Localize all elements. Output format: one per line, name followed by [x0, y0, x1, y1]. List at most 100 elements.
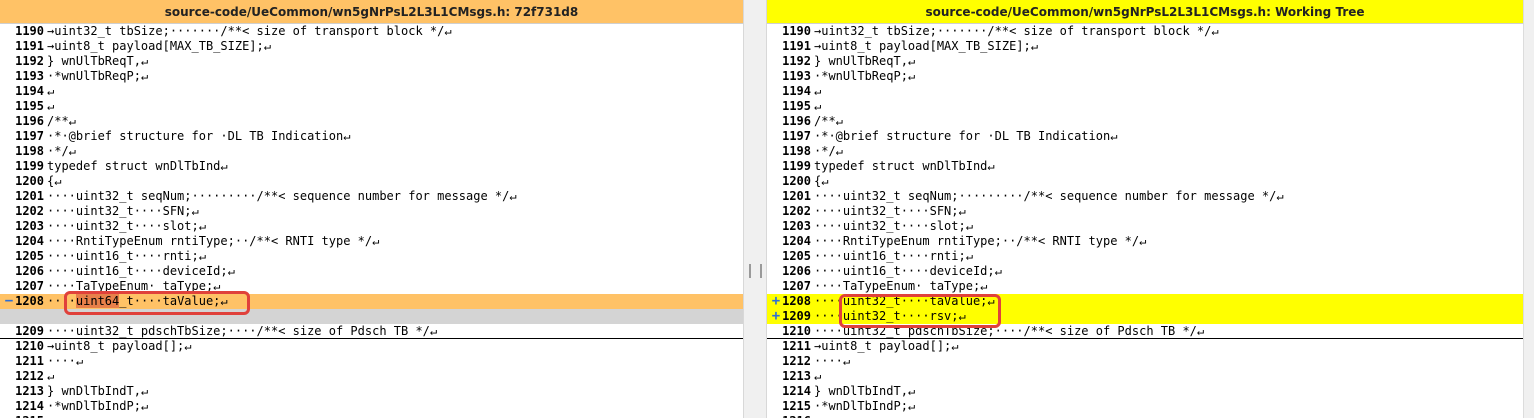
- code-text: ↵: [814, 414, 821, 418]
- code-line[interactable]: 1204 ····RntiTypeEnum rntiType;··/**< RNT…: [767, 234, 1523, 249]
- code-line[interactable]: 1206 ····uint16_t····deviceId;↵: [0, 264, 743, 279]
- code-line[interactable]: 1192} wnUlTbReqT,↵: [0, 54, 743, 69]
- code-line[interactable]: 1195 ↵: [0, 99, 743, 114]
- line-number: 1199: [782, 159, 811, 173]
- code-text: →uint8_t payload[MAX_TB_SIZE];↵: [814, 39, 1038, 53]
- added-lines-highlight-box: [839, 294, 1001, 328]
- vertical-scrollbar[interactable]: [1523, 0, 1534, 418]
- code-line[interactable]: 1197 ·*·@brief structure for ·DL TB Indic…: [767, 129, 1523, 144]
- code-line[interactable]: 1214 ·*wnDlTbIndP;↵: [0, 399, 743, 414]
- code-line[interactable]: 1195 ↵: [767, 99, 1523, 114]
- line-number: 1190: [15, 24, 44, 38]
- code-line[interactable]: 1213} wnDlTbIndT,↵: [0, 384, 743, 399]
- code-text: ·*/↵: [47, 144, 76, 158]
- code-line[interactable]: 1215 ·*wnDlTbIndP;↵: [767, 399, 1523, 414]
- code-text: } wnUlTbReqT,↵: [814, 54, 916, 68]
- code-line[interactable]: 1190 →uint32_t tbSize;·······/**< size of…: [0, 24, 743, 39]
- line-number: 1212: [782, 354, 811, 368]
- code-line[interactable]: 1206 ····uint16_t····deviceId;↵: [767, 264, 1523, 279]
- code-line[interactable]: 1202 ····uint32_t····SFN;↵: [0, 204, 743, 219]
- code-line[interactable]: 1194 ↵: [767, 84, 1523, 99]
- line-number: 1208: [782, 294, 811, 308]
- code-line[interactable]: 1204 ····RntiTypeEnum rntiType;··/**< RNT…: [0, 234, 743, 249]
- line-number: 1195: [782, 99, 811, 113]
- right-pane[interactable]: source-code/UeCommon/wn5gNrPsL2L3L1CMsgs…: [767, 0, 1523, 418]
- code-line[interactable]: 1211 →uint8_t payload[];↵: [767, 339, 1523, 354]
- code-line[interactable]: 1209 ····uint32_t pdschTbSize;····/**< si…: [0, 324, 743, 339]
- code-line[interactable]: 1194 ↵: [0, 84, 743, 99]
- code-line[interactable]: 1198 ·*/↵: [0, 144, 743, 159]
- code-line[interactable]: 1201 ····uint32_t seqNum;·········/**< se…: [767, 189, 1523, 204]
- code-text: ····uint32_t····SFN;↵: [47, 204, 199, 218]
- code-line[interactable]: 1213 ↵: [767, 369, 1523, 384]
- code-line[interactable]: 1191 →uint8_t payload[MAX_TB_SIZE];↵: [767, 39, 1523, 54]
- code-text: ····↵: [47, 354, 84, 368]
- code-line[interactable]: 1199 typedef struct wnDlTbInd↵: [0, 159, 743, 174]
- code-line[interactable]: 1212 ↵: [0, 369, 743, 384]
- code-text: } wnUlTbReqT,↵: [47, 54, 149, 68]
- line-number: 1202: [15, 204, 44, 218]
- code-line[interactable]: 1205 ····uint16_t····rnti;↵: [0, 249, 743, 264]
- line-number: 1192: [782, 54, 811, 68]
- line-number: 1207: [782, 279, 811, 293]
- code-line[interactable]: 1193 ·*wnUlTbReqP;↵: [767, 69, 1523, 84]
- code-line[interactable]: 1205 ····uint16_t····rnti;↵: [767, 249, 1523, 264]
- left-pane[interactable]: source-code/UeCommon/wn5gNrPsL2L3L1CMsgs…: [0, 0, 743, 418]
- code-line[interactable]: 1198 ·*/↵: [767, 144, 1523, 159]
- code-line[interactable]: 1190 →uint32_t tbSize;·······/**< size of…: [767, 24, 1523, 39]
- code-line[interactable]: 1192} wnUlTbReqT,↵: [767, 54, 1523, 69]
- code-line[interactable]: 1199 typedef struct wnDlTbInd↵: [767, 159, 1523, 174]
- code-line[interactable]: 1210 →uint8_t payload[];↵: [0, 339, 743, 354]
- left-code-lines[interactable]: 1190 →uint32_t tbSize;·······/**< size of…: [0, 24, 743, 418]
- code-text: ↵: [47, 414, 54, 418]
- code-text: /**↵: [814, 114, 843, 128]
- line-number: 1205: [782, 249, 811, 263]
- code-text: ····RntiTypeEnum rntiType;··/**< RNTI ty…: [47, 234, 380, 248]
- line-number: 1194: [782, 84, 811, 98]
- code-text: ·*wnDlTbIndP;↵: [47, 399, 149, 413]
- pane-divider[interactable]: [743, 0, 767, 418]
- code-line[interactable]: 1197 ·*·@brief structure for ·DL TB Indic…: [0, 129, 743, 144]
- code-line[interactable]: 1203 ····uint32_t····slot;↵: [0, 219, 743, 234]
- code-text: ····uint32_t seqNum;·········/**< sequen…: [814, 189, 1284, 203]
- code-line[interactable]: 1215↵: [0, 414, 743, 418]
- right-code-lines[interactable]: 1190 →uint32_t tbSize;·······/**< size of…: [767, 24, 1523, 418]
- right-pane-title: source-code/UeCommon/wn5gNrPsL2L3L1CMsgs…: [767, 0, 1523, 24]
- code-line[interactable]: 1196/**↵: [767, 114, 1523, 129]
- code-text: →uint32_t tbSize;·······/**< size of tra…: [814, 24, 1219, 38]
- code-line[interactable]: 1203 ····uint32_t····slot;↵: [767, 219, 1523, 234]
- line-number: 1203: [782, 219, 811, 233]
- code-line[interactable]: 1216↵: [767, 414, 1523, 418]
- code-text: ····uint16_t····deviceId;↵: [814, 264, 1002, 278]
- code-line[interactable]: 1196/**↵: [0, 114, 743, 129]
- code-line[interactable]: 1200 {↵: [767, 174, 1523, 189]
- code-line[interactable]: 1201 ····uint32_t seqNum;·········/**< se…: [0, 189, 743, 204]
- code-line[interactable]: 1200 {↵: [0, 174, 743, 189]
- code-line[interactable]: 1211 ····↵: [0, 354, 743, 369]
- code-line[interactable]: 1207 ····TaTypeEnum· taType;↵: [767, 279, 1523, 294]
- line-number: 1196: [782, 114, 811, 128]
- line-number: 1213: [15, 384, 44, 398]
- line-number: 1216: [781, 414, 811, 418]
- code-line[interactable]: 1202 ····uint32_t····SFN;↵: [767, 204, 1523, 219]
- line-number: 1214: [15, 399, 44, 413]
- code-line[interactable]: 1193 ·*wnUlTbReqP;↵: [0, 69, 743, 84]
- code-text: ↵: [814, 84, 822, 98]
- code-text: ····uint16_t····deviceId;↵: [47, 264, 235, 278]
- line-number: 1198: [15, 144, 44, 158]
- line-number: 1201: [15, 189, 44, 203]
- code-text: ····TaTypeEnum· taType;↵: [814, 279, 988, 293]
- line-number: 1191: [15, 39, 44, 53]
- line-number: 1191: [782, 39, 811, 53]
- line-number: 1198: [782, 144, 811, 158]
- line-number: 1206: [15, 264, 44, 278]
- code-text: →uint8_t payload[MAX_TB_SIZE];↵: [47, 39, 271, 53]
- code-line[interactable]: 1212 ····↵: [767, 354, 1523, 369]
- code-line[interactable]: 1191 →uint8_t payload[MAX_TB_SIZE];↵: [0, 39, 743, 54]
- code-text: {↵: [814, 174, 829, 188]
- line-number: 1209: [782, 309, 811, 323]
- line-number: 1192: [15, 54, 44, 68]
- code-text: ····uint32_t seqNum;·········/**< sequen…: [47, 189, 517, 203]
- code-text: ····uint32_t pdschTbSize;····/**< size o…: [47, 324, 438, 338]
- code-line[interactable]: 1214} wnDlTbIndT,↵: [767, 384, 1523, 399]
